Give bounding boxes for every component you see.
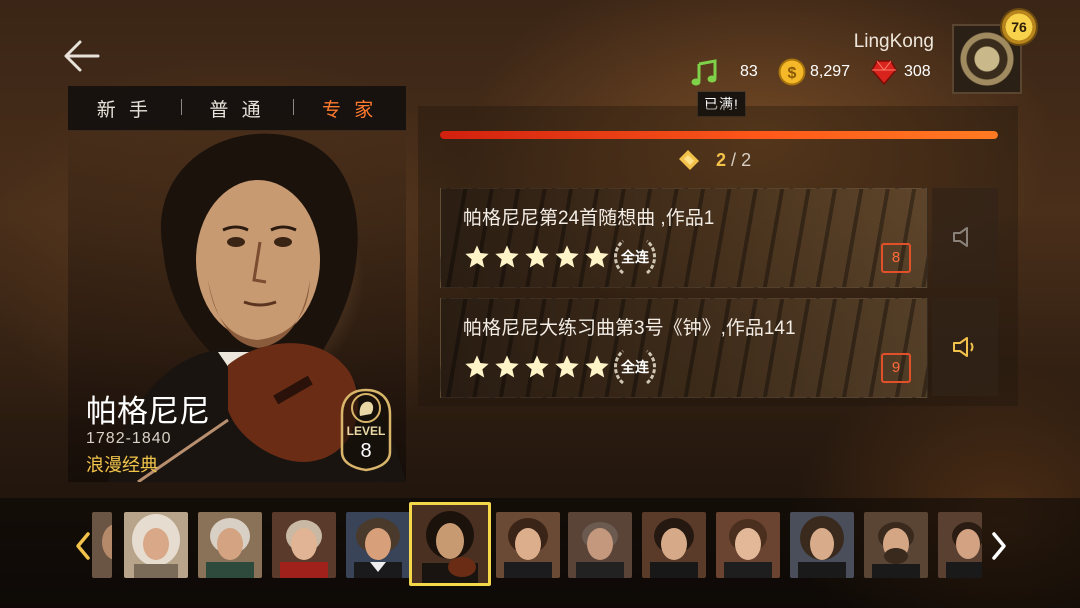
song-title: 帕格尼尼大练习曲第3号《钟》,作品141 [463, 318, 796, 339]
full-combo-label: 全连 [621, 249, 649, 265]
tab-expert[interactable]: 专 家 [293, 95, 406, 122]
player-level-badge: 76 [1000, 8, 1038, 46]
preview-sound-button-2[interactable] [932, 298, 998, 396]
username: LingKong [853, 31, 934, 52]
star-icon [495, 245, 519, 268]
song-level: 8 [881, 243, 911, 273]
progress-bar [440, 131, 998, 139]
full-combo-badge: 全连 [609, 235, 661, 279]
page-separator: / [731, 150, 737, 170]
composer-thumb-glinka[interactable] [568, 512, 632, 578]
composer-thumb-paganini[interactable] [409, 502, 491, 586]
song-level: 9 [881, 353, 911, 383]
song-stars [463, 243, 611, 273]
progress-fill [440, 131, 998, 139]
song-card-1[interactable]: 帕格尼尼第24首随想曲 ,作品1 全连 8 [440, 188, 928, 288]
composer-name: 帕格尼尼 [86, 394, 210, 429]
star-icon [495, 355, 519, 378]
song-stars [463, 353, 611, 383]
back-arrow-icon [64, 40, 100, 72]
resource-bar: 83 $ 8,297 308 [690, 58, 940, 88]
composer-thumb-beethoven[interactable] [346, 512, 410, 578]
portrait-icon [412, 505, 488, 583]
full-combo-label: 全连 [621, 359, 649, 375]
star-icon [585, 245, 609, 268]
portrait-icon [938, 512, 982, 578]
tab-beginner[interactable]: 新 手 [68, 95, 181, 122]
preview-sound-button-1[interactable] [932, 188, 998, 286]
song-title: 帕格尼尼第24首随想曲 ,作品1 [463, 208, 715, 229]
level-value: 8 [360, 440, 372, 462]
star-icon [555, 355, 579, 378]
portrait-icon [790, 512, 854, 578]
strip-next-button[interactable] [984, 524, 1014, 568]
portrait-icon [568, 512, 632, 578]
level-label: LEVEL [346, 424, 386, 438]
music-note-icon [691, 59, 717, 86]
notes-count: 83 [740, 63, 758, 80]
portrait-icon [198, 512, 262, 578]
composer-genre: 浪漫经典 [86, 455, 158, 475]
portrait-icon [92, 512, 112, 578]
star-icon [585, 355, 609, 378]
composer-thumb-mozart[interactable] [272, 512, 336, 578]
star-icon [525, 355, 549, 378]
gold-coin-icon: $ [778, 58, 806, 86]
portrait-icon [716, 512, 780, 578]
composer-thumb-mendelssohn[interactable] [642, 512, 706, 578]
portrait-icon [272, 512, 336, 578]
portrait-icon [864, 512, 928, 578]
portrait-icon [496, 512, 560, 578]
composer-thumb-schubert[interactable] [496, 512, 560, 578]
portrait-icon [124, 512, 188, 578]
svg-text:$: $ [788, 65, 797, 82]
star-icon [525, 245, 549, 268]
back-button[interactable] [60, 36, 102, 76]
chevron-right-icon [992, 532, 1006, 560]
composer-thumb-strauss[interactable] [938, 512, 982, 578]
composer-thumb-handel[interactable] [124, 512, 188, 578]
song-card-2[interactable]: 帕格尼尼大练习曲第3号《钟》,作品141 全连 9 [440, 298, 928, 398]
star-icon [465, 245, 489, 268]
portrait-icon [346, 512, 410, 578]
composer-thumb-haydn[interactable] [198, 512, 262, 578]
difficulty-tabs: 新 手 普 通 专 家 [68, 86, 406, 131]
speaker-icon [953, 337, 974, 357]
portrait-icon [642, 512, 706, 578]
composer-thumb-chopin[interactable] [716, 512, 780, 578]
page-total: 2 [741, 150, 752, 170]
red-gem-icon [871, 60, 897, 86]
composer-thumb-verdi[interactable] [864, 512, 928, 578]
composer-thumb-partial[interactable] [92, 512, 112, 578]
ticket-icon [679, 150, 699, 170]
composer-years: 1782-1840 [86, 430, 172, 447]
star-icon [555, 245, 579, 268]
composer-thumb-liszt[interactable] [790, 512, 854, 578]
page-current: 2 [716, 150, 727, 170]
full-combo-badge: 全连 [609, 345, 661, 389]
page-text: 2 / 2 [716, 150, 751, 171]
gold-count: 8,297 [810, 63, 851, 80]
star-icon [465, 355, 489, 378]
gems-count: 308 [904, 63, 931, 80]
speaker-icon [953, 227, 968, 247]
tab-normal[interactable]: 普 通 [180, 95, 294, 122]
composer-level-badge: LEVEL 8 [338, 386, 394, 472]
